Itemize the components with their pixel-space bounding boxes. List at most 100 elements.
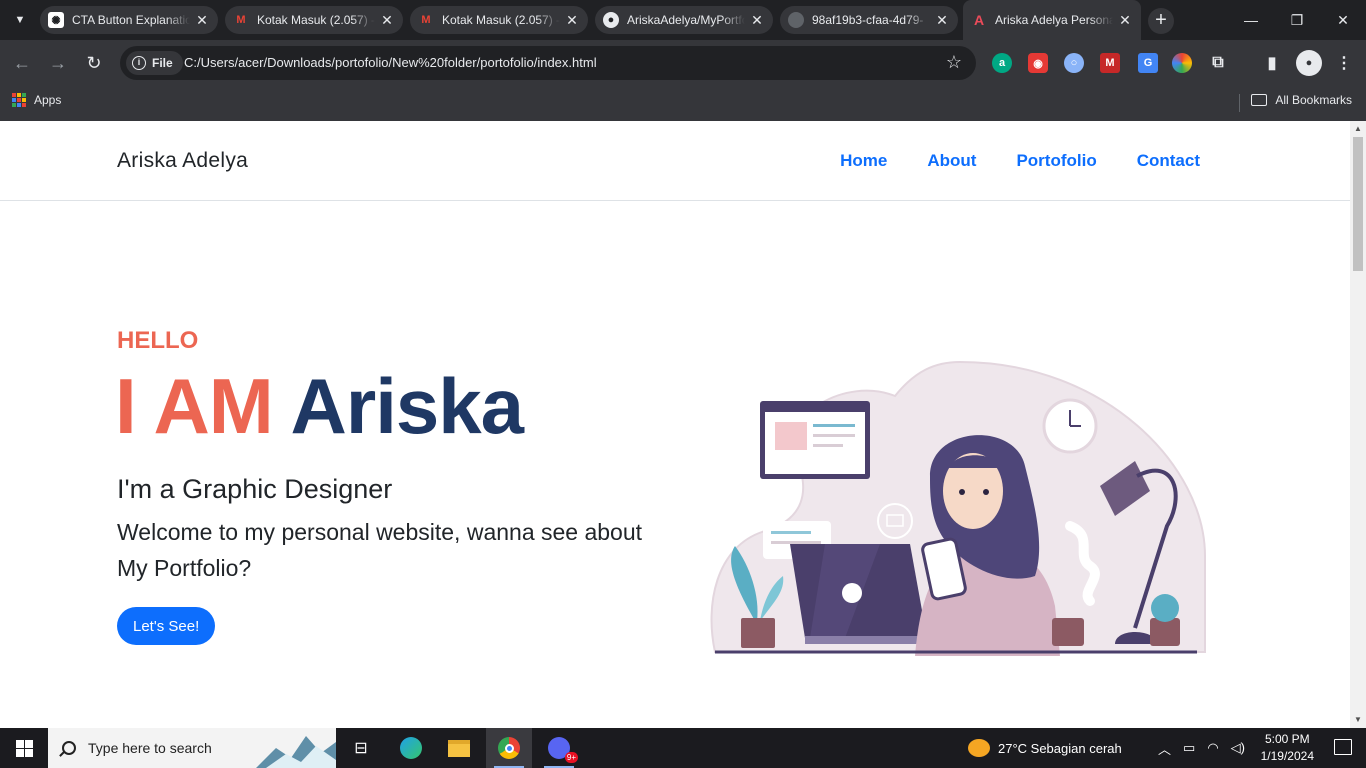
search-placeholder: Type here to search <box>88 740 212 756</box>
apps-label: Apps <box>34 93 62 107</box>
hero-welcome: Welcome to my personal website, wanna se… <box>117 519 643 581</box>
browser-toolbar: ← → ↻ i File C:/Users/acer/Downloads/por… <box>0 40 1366 86</box>
scroll-up-arrow[interactable]: ▲ <box>1350 121 1366 137</box>
close-icon[interactable]: ✕ <box>379 12 395 29</box>
taskbar-search-box[interactable]: Type here to search <box>48 728 336 768</box>
chatgpt-icon: ✺ <box>48 12 64 28</box>
tab-title: CTA Button Explanation <box>72 13 190 27</box>
hero-illustration <box>710 360 1206 656</box>
start-button[interactable] <box>0 728 48 768</box>
close-icon[interactable]: ✕ <box>194 12 210 29</box>
mendeley-extension-icon[interactable]: M <box>1100 53 1120 73</box>
extension-a-icon[interactable]: a <box>992 53 1012 73</box>
scroll-thumb[interactable] <box>1353 137 1363 271</box>
address-bar[interactable]: i File C:/Users/acer/Downloads/portofoli… <box>120 46 976 80</box>
search-highlight-image <box>256 736 336 768</box>
tab-title: Ariska Adelya Personal <box>995 13 1113 27</box>
windows-logo-icon <box>15 739 33 757</box>
chrome-taskbar-button[interactable] <box>486 728 532 768</box>
nav-link-home[interactable]: Home <box>840 151 887 171</box>
taskbar-clock[interactable]: 5:00 PM 1/19/2024 <box>1261 731 1314 765</box>
system-tray: ︿ ▭ ◠ ◁) <box>1158 728 1245 768</box>
profile-avatar-icon[interactable]: ● <box>1296 50 1322 76</box>
notifications-icon[interactable] <box>1334 739 1352 755</box>
bookmarks-bar: Apps All Bookmarks <box>0 86 1366 121</box>
puzzle-extensions-icon[interactable]: ⧉ <box>1208 53 1228 73</box>
weather-icon <box>968 739 990 757</box>
close-icon[interactable]: ✕ <box>564 12 580 29</box>
chrome-icon <box>498 737 520 759</box>
weather-text: 27°C Sebagian cerah <box>998 740 1122 756</box>
close-icon[interactable]: ✕ <box>749 12 765 29</box>
wifi-icon[interactable]: ◠ <box>1207 740 1218 756</box>
tab-search-button[interactable]: ▼ <box>8 8 32 32</box>
mug-drawing <box>1052 618 1084 646</box>
bookmark-star-icon[interactable]: ☆ <box>946 52 962 73</box>
volume-icon[interactable]: ◁) <box>1231 740 1245 756</box>
edge-taskbar-button[interactable] <box>388 728 434 768</box>
file-explorer-taskbar-button[interactable] <box>436 728 482 768</box>
site-brand[interactable]: Ariska Adelya <box>117 149 248 173</box>
scheme-label: File <box>152 56 173 70</box>
hero-role: I'm a Graphic Designer <box>117 474 393 504</box>
search-extension-icon[interactable]: ○ <box>1064 53 1084 73</box>
hero-name: Ariska <box>290 362 524 450</box>
restore-button[interactable]: ❐ <box>1274 0 1320 40</box>
screenshot-extension-icon[interactable]: ◉ <box>1028 53 1048 73</box>
minimize-button[interactable]: — <box>1228 0 1274 40</box>
folder-icon <box>1251 94 1268 106</box>
search-icon <box>62 741 76 755</box>
reload-button[interactable]: ↻ <box>82 51 106 75</box>
apps-grid-icon <box>12 93 26 107</box>
back-button[interactable]: ← <box>10 51 34 75</box>
close-window-button[interactable]: ✕ <box>1320 0 1366 40</box>
close-icon[interactable]: ✕ <box>934 12 950 29</box>
clock-date: 1/19/2024 <box>1260 749 1314 763</box>
page-scrollbar[interactable]: ▲ ▼ <box>1350 121 1366 728</box>
more-menu-icon[interactable]: ⋮ <box>1334 53 1354 73</box>
tab-ariska-portfolio[interactable]: A Ariska Adelya Personal ✕ <box>963 0 1141 40</box>
new-tab-button[interactable]: + <box>1148 8 1174 34</box>
plant-pot <box>741 618 775 648</box>
page-viewport: Ariska Adelya Home About Portofolio Cont… <box>0 121 1366 728</box>
weather-widget[interactable]: 27°C Sebagian cerah <box>968 728 1122 768</box>
tab-cta-button-explanation[interactable]: ✺ CTA Button Explanation ✕ <box>40 6 218 34</box>
site-info-chip[interactable]: i File <box>126 51 183 75</box>
tab-github[interactable]: ● AriskaAdelya/MyPortfolio ✕ <box>595 6 773 34</box>
bookmarks-divider <box>1239 94 1240 112</box>
windows-taskbar: Type here to search ⊟ 9+ 27°C Sebagian c… <box>0 728 1366 768</box>
github-icon: ● <box>603 12 619 28</box>
tab-gmail-1[interactable]: M Kotak Masuk (2.057) - ✕ <box>225 6 403 34</box>
show-hidden-icons-icon[interactable]: ︿ <box>1158 739 1171 758</box>
translate-extension-icon[interactable]: G <box>1138 53 1158 73</box>
lets-see-button[interactable]: Let's See! <box>117 607 216 645</box>
cactus-pot <box>1150 618 1180 646</box>
forward-button[interactable]: → <box>46 51 70 75</box>
hero-iam: I AM <box>115 362 274 450</box>
folder-icon <box>448 739 470 757</box>
battery-icon[interactable]: ▭ <box>1183 740 1195 756</box>
side-panel-icon[interactable]: ▮ <box>1262 53 1282 73</box>
task-view-button[interactable]: ⊟ <box>338 728 384 768</box>
tab-guid[interactable]: 98af19b3-cfaa-4d79- ✕ <box>780 6 958 34</box>
scroll-down-arrow[interactable]: ▼ <box>1350 712 1366 728</box>
nav-link-about[interactable]: About <box>927 151 976 171</box>
nav-link-contact[interactable]: Contact <box>1137 151 1200 171</box>
discord-taskbar-button[interactable]: 9+ <box>536 728 582 768</box>
all-bookmarks-button[interactable]: All Bookmarks <box>1251 93 1352 107</box>
nav-link-portofolio[interactable]: Portofolio <box>1016 151 1096 171</box>
info-icon: i <box>132 56 146 70</box>
gmail-icon: M <box>421 14 431 26</box>
tab-title: 98af19b3-cfaa-4d79- <box>812 13 924 27</box>
color-extension-icon[interactable] <box>1172 53 1192 73</box>
apps-bookmark[interactable]: Apps <box>12 93 61 107</box>
discord-badge: 9+ <box>564 752 578 763</box>
tab-gmail-2[interactable]: M Kotak Masuk (2.057) - ✕ <box>410 6 588 34</box>
site-navbar: Ariska Adelya Home About Portofolio Cont… <box>0 121 1350 201</box>
all-bookmarks-label: All Bookmarks <box>1275 93 1352 107</box>
close-icon[interactable]: ✕ <box>1117 12 1133 29</box>
nav-links: Home About Portofolio Contact <box>840 151 1200 171</box>
url-text[interactable]: C:/Users/acer/Downloads/portofolio/New%2… <box>184 55 597 70</box>
clock-time: 5:00 PM <box>1264 732 1310 746</box>
hero-greeting: HELLO <box>117 327 199 354</box>
